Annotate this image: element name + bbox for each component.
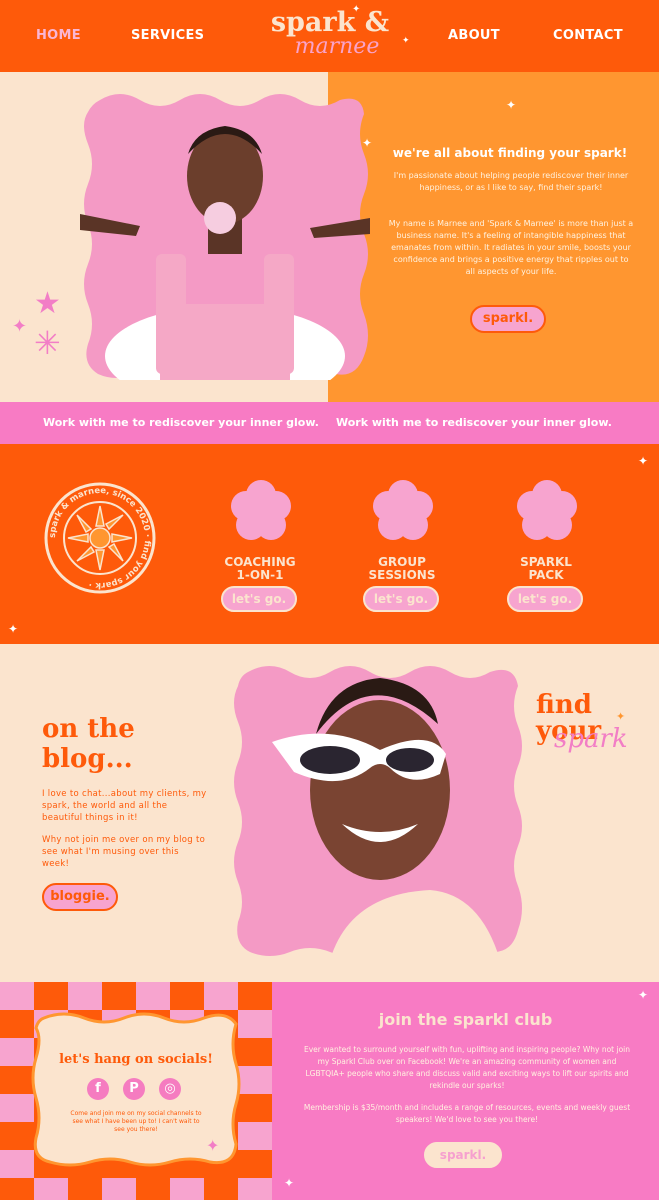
socials-heading: let's hang on socials! [59,1052,213,1067]
sparkle-icon: ✦ [638,454,649,468]
lets-go-button-pack[interactable]: let's go. [507,586,583,612]
lets-go-button-group[interactable]: let's go. [363,586,439,612]
service-label-line2: PACK [528,568,564,582]
sparkle-icon: ✦ [12,316,28,337]
socials-paragraph: Come and join me on my social channels t… [70,1110,202,1133]
spark-script: spark [554,724,628,754]
ticker-text: Work with me to rediscover your inner gl… [336,416,612,429]
sparkle-icon: ✦ [8,622,19,636]
since-2020-badge: spark & marnee, since 2020 · find your s… [44,482,156,594]
pinterest-icon[interactable]: P [123,1078,145,1100]
nav-services[interactable]: SERVICES [131,28,204,43]
blog-heading: on the blog... [42,714,222,774]
instagram-icon[interactable]: ◎ [159,1078,181,1100]
service-title-pack: SPARKL PACK [491,556,601,582]
flower-icon [231,480,291,540]
blog-paragraph-1: I love to chat...about my clients, my sp… [42,789,207,823]
sparkle-icon: ✦ [206,1136,220,1155]
club-paragraph-2: Membership is $35/month and includes a r… [303,1103,631,1124]
hero-title: we're all about finding your spark! [392,146,628,160]
star-icon: ★ [34,286,61,321]
logo-spark[interactable]: spark & [250,9,410,36]
service-label-line1: SPARKL [520,555,572,569]
logo-marnee[interactable]: marnee [262,36,412,58]
flower-icon [517,480,577,540]
facebook-icon[interactable]: f [87,1078,109,1100]
asterisk-icon: ✳ [34,324,61,362]
sparkle-icon: ✦ [402,36,410,46]
flower-icon [373,480,433,540]
hero-photo [80,94,370,380]
club-paragraph-1: Ever wanted to surround yourself with fu… [303,1045,631,1090]
service-label-line2: SESSIONS [368,568,436,582]
service-label-line1: GROUP [378,555,426,569]
sparkle-icon: ✦ [362,136,373,150]
club-heading: join the sparkl club [378,1010,553,1029]
blog-paragraph-2: Why not join me over on my blog to see w… [42,835,206,869]
nav-home[interactable]: HOME [36,28,81,43]
service-title-group: GROUP SESSIONS [347,556,457,582]
sparkle-icon: ✦ [638,988,649,1002]
sparkl-button[interactable]: sparkl. [470,305,546,333]
service-label-line1: COACHING [224,555,296,569]
sparkle-icon: ✦ [616,710,626,723]
service-label-line2: 1-ON-1 [236,568,284,582]
nav-about[interactable]: ABOUT [448,28,500,43]
hero-paragraph-1: I'm passionate about helping people redi… [393,171,629,192]
lets-go-button-coaching[interactable]: let's go. [221,586,297,612]
sparkle-icon: ✦ [506,98,517,112]
bloggie-button[interactable]: bloggie. [42,883,118,911]
blog-photo [234,666,522,960]
service-title-coaching: COACHING 1-ON-1 [205,556,315,582]
nav-contact[interactable]: CONTACT [553,28,623,43]
sparkle-icon: ✦ [352,4,361,15]
blog-heading-line1: on the [42,714,135,744]
sparkle-icon: ✦ [284,1176,295,1190]
club-sparkl-button[interactable]: sparkl. [424,1142,502,1168]
hero-paragraph-2: My name is Marnee and 'Spark & Marnee' i… [388,219,634,276]
ticker-text: Work with me to rediscover your inner gl… [43,416,319,429]
blog-heading-line2: blog... [42,744,133,774]
